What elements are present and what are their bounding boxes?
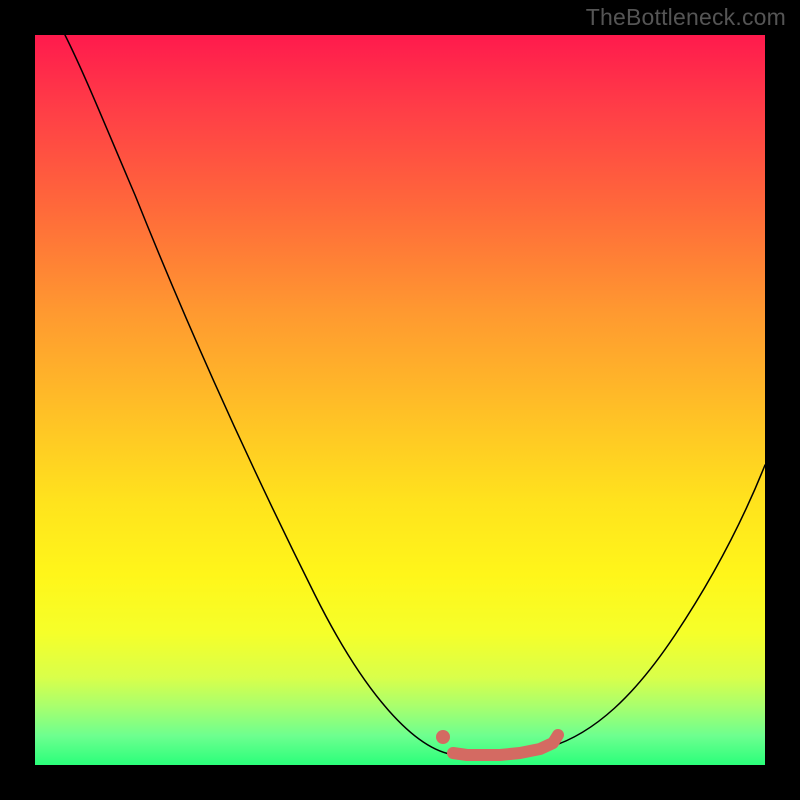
chart-svg [35,35,765,765]
chart-frame: TheBottleneck.com [0,0,800,800]
optimal-range-highlight [453,735,558,755]
plot-area [35,35,765,765]
watermark-text: TheBottleneck.com [586,4,786,31]
bottleneck-curve [65,35,765,756]
highlight-start-dot [436,730,450,744]
